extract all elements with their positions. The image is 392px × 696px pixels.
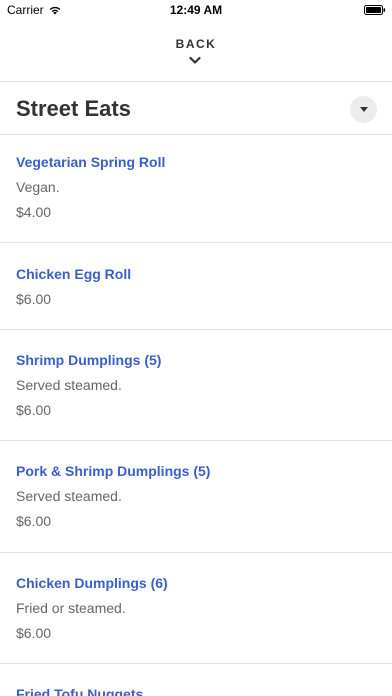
chevron-down-icon [189, 56, 201, 64]
item-description: Vegan. [16, 179, 60, 195]
item-price: $6.00 [16, 513, 52, 529]
menu-item[interactable]: Chicken Dumplings (6) Fried or steamed. … [0, 553, 392, 663]
item-name[interactable]: Chicken Egg Roll [16, 266, 131, 282]
status-time: 12:49 AM [169, 3, 223, 17]
item-name[interactable]: Vegetarian Spring Roll [16, 154, 165, 170]
item-price: $6.00 [16, 402, 52, 418]
item-description: Served steamed. [16, 377, 122, 393]
menu-item[interactable]: Chicken Egg Roll $6.00 [0, 243, 392, 329]
item-description: Fried or steamed. [16, 600, 126, 616]
item-price: $6.00 [16, 291, 52, 307]
item-name[interactable]: Fried Tofu Nuggets [16, 686, 143, 696]
screen: Carrier 12:49 AM BACK Street Eats Vegeta… [0, 0, 392, 696]
battery-icon [364, 5, 386, 15]
back-button[interactable]: BACK [0, 22, 392, 82]
section-dropdown-button[interactable] [350, 96, 377, 123]
caret-down-icon [360, 107, 368, 112]
item-name[interactable]: Shrimp Dumplings (5) [16, 352, 161, 368]
section-title: Street Eats [16, 96, 131, 121]
item-name[interactable]: Chicken Dumplings (6) [16, 575, 168, 591]
menu-item[interactable]: Pork & Shrimp Dumplings (5) Served steam… [0, 441, 392, 552]
item-price: $6.00 [16, 625, 52, 641]
back-label: BACK [175, 37, 217, 51]
divider [0, 81, 392, 82]
item-price: $4.00 [16, 204, 52, 220]
menu-item[interactable]: Shrimp Dumplings (5) Served steamed. $6.… [0, 330, 392, 440]
item-name[interactable]: Pork & Shrimp Dumplings (5) [16, 463, 210, 479]
status-bar: Carrier 12:49 AM [0, 0, 392, 22]
item-description: Served steamed. [16, 488, 122, 504]
menu-item[interactable]: Vegetarian Spring Roll Vegan. $4.00 [0, 135, 392, 242]
menu-item[interactable]: Fried Tofu Nuggets [0, 664, 392, 696]
